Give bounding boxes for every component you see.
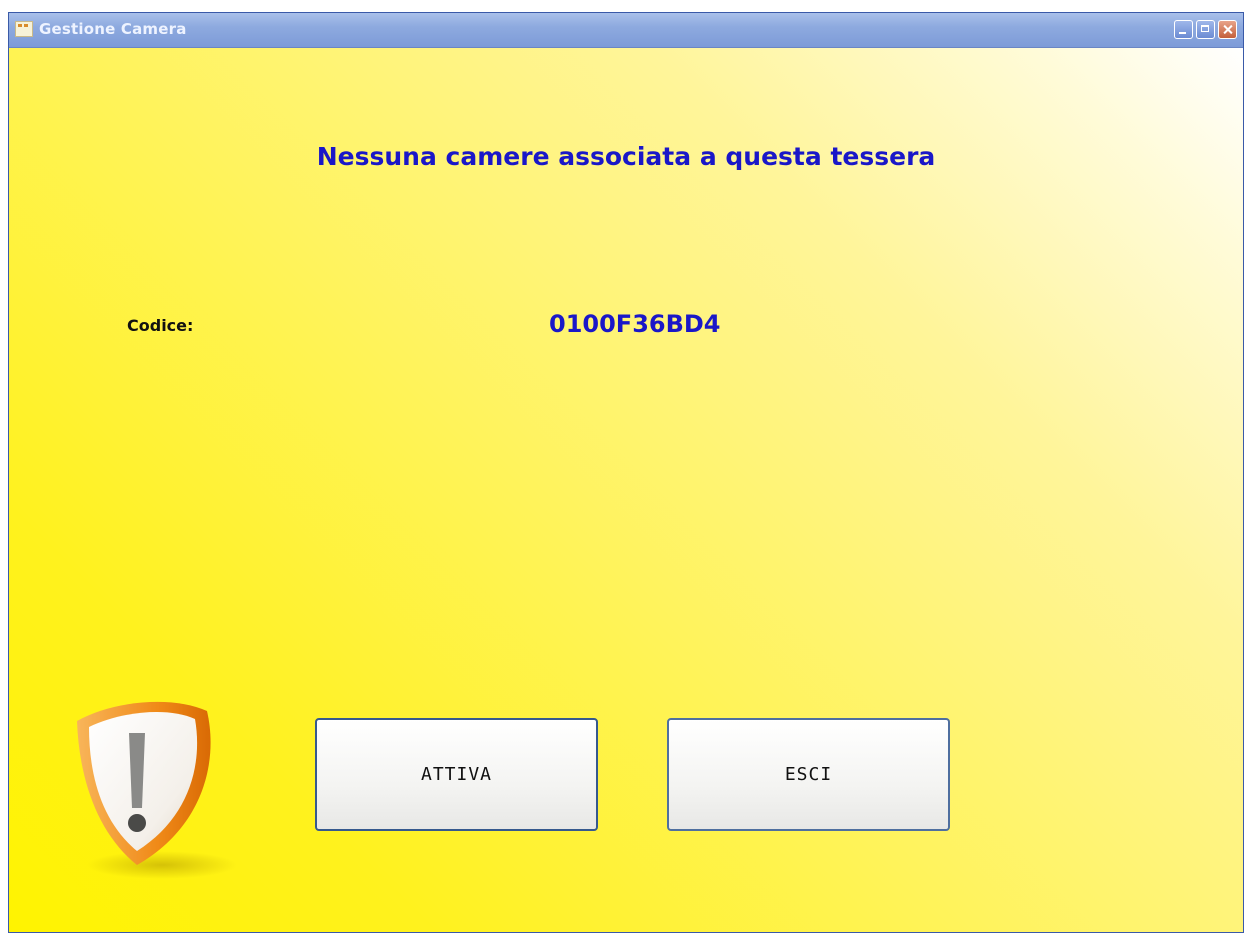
esci-button[interactable]: ESCI — [667, 718, 950, 831]
window-title: Gestione Camera — [39, 20, 187, 38]
content-area: Nessuna camere associata a questa tesser… — [9, 48, 1243, 932]
codice-value: 0100F36BD4 — [549, 310, 721, 338]
maximize-icon[interactable] — [1196, 20, 1215, 39]
app-icon — [15, 21, 33, 37]
status-message: Nessuna camere associata a questa tesser… — [316, 142, 936, 171]
app-window: Gestione Camera Nessuna camere associata… — [8, 12, 1244, 933]
minimize-icon[interactable] — [1174, 20, 1193, 39]
title-bar[interactable]: Gestione Camera — [9, 13, 1243, 48]
codice-label: Codice: — [127, 316, 194, 335]
attiva-button[interactable]: ATTIVA — [315, 718, 598, 831]
warning-shield-icon — [77, 701, 237, 879]
close-icon[interactable] — [1218, 20, 1237, 39]
